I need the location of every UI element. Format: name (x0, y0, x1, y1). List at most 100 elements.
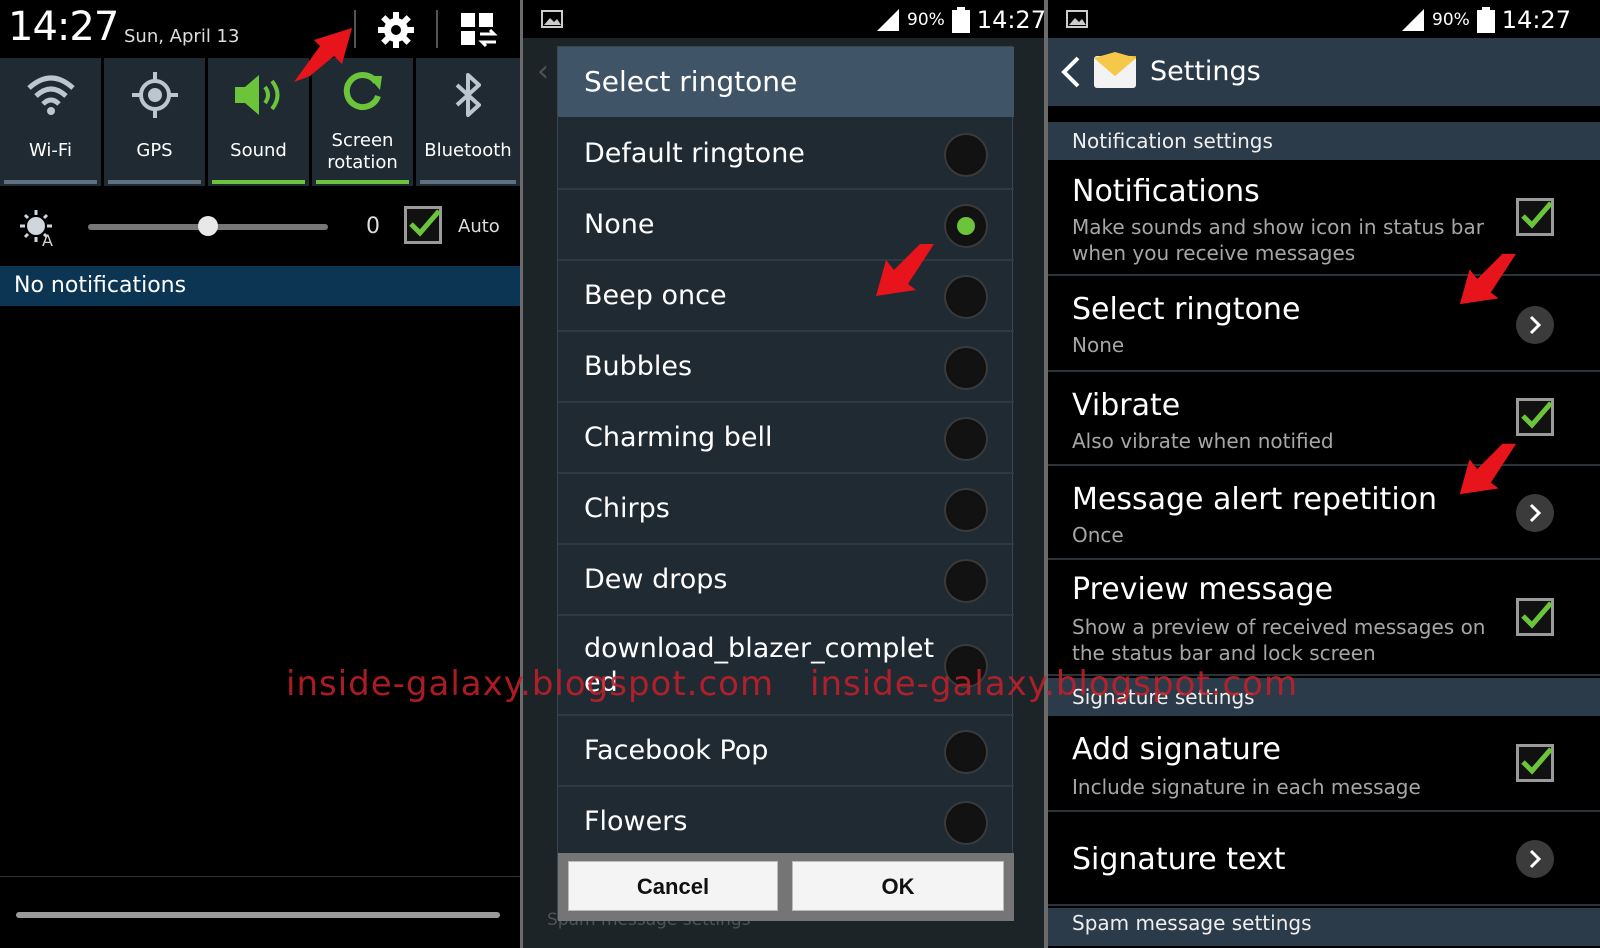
battery-icon (1476, 7, 1495, 33)
setting-title: Notifications (1072, 174, 1260, 209)
notifications-checkbox[interactable] (1516, 198, 1554, 236)
setting-title: Add signature (1072, 732, 1281, 767)
ringtone-option[interactable]: None (558, 190, 1014, 261)
action-bar: Settings (1048, 38, 1600, 106)
auto-brightness-checkbox[interactable] (404, 206, 442, 244)
ringtone-label: Facebook Pop (584, 735, 769, 766)
clock: 14:27 (976, 6, 1044, 34)
chevron-right-icon[interactable] (1516, 840, 1554, 878)
setting-summary: None (1072, 333, 1125, 357)
ringtone-label: Flowers (584, 806, 688, 837)
date-label: Sun, April 13 (124, 26, 240, 47)
status-bar-indicator (420, 180, 516, 184)
status-bar: 90% 14:27 (1048, 0, 1600, 38)
ok-button[interactable]: OK (792, 861, 1004, 911)
chevron-right-icon[interactable] (1516, 494, 1554, 532)
status-bar-indicator (212, 180, 305, 184)
drag-handle[interactable] (16, 912, 500, 918)
clock: 14:27 (8, 4, 119, 50)
preview-message-setting[interactable]: Preview message Show a preview of receiv… (1048, 562, 1600, 676)
checkmark-icon (1521, 401, 1553, 429)
setting-summary: Show a preview of received messages on t… (1072, 615, 1486, 665)
add-signature-setting[interactable]: Add signature Include signature in each … (1048, 716, 1600, 812)
ringtone-option[interactable]: Facebook Pop (558, 716, 1014, 787)
radio-button[interactable] (946, 731, 986, 772)
section-header-spam: Spam message settings (1048, 908, 1600, 946)
watermark: inside-galaxy.blogspot.com (810, 664, 1299, 704)
quick-setting-wifi[interactable]: Wi-Fi (0, 58, 101, 186)
battery-percent: 90% (907, 10, 945, 30)
signature-text-setting[interactable]: Signature text (1048, 814, 1600, 906)
ringtone-option[interactable]: Beep once (558, 261, 1014, 332)
page-title: Settings (1150, 56, 1261, 87)
cancel-button[interactable]: Cancel (568, 861, 778, 911)
radio-button[interactable] (946, 347, 986, 388)
notification-panel: 14:27 Sun, April 13 Wi-Fi GPS Sound Scre… (0, 0, 520, 948)
add-signature-checkbox[interactable] (1516, 744, 1554, 782)
ringtone-option[interactable]: Charming bell (558, 403, 1014, 474)
quick-setting-gps[interactable]: GPS (104, 58, 205, 186)
checkmark-icon (409, 209, 441, 237)
ringtone-option[interactable]: Bubbles (558, 332, 1014, 403)
radio-button[interactable] (946, 489, 986, 530)
dialog-title: Select ringtone (558, 47, 1014, 117)
ringtone-option[interactable]: Chirps (558, 474, 1014, 545)
radio-button[interactable] (946, 134, 986, 175)
ringtone-label: Bubbles (584, 351, 693, 382)
annotation-arrow-icon (1459, 443, 1517, 495)
auto-brightness-label: Auto (458, 216, 500, 237)
brightness-auto-icon: A (20, 210, 53, 248)
back-icon[interactable] (1060, 56, 1082, 88)
ringtone-option[interactable]: Flowers (558, 787, 1014, 858)
checkmark-icon (1521, 201, 1553, 229)
annotation-arrow-icon (876, 244, 934, 296)
checkmark-icon (1521, 747, 1553, 775)
radio-button[interactable] (946, 418, 986, 459)
watermark: inside-galaxy.blogspot.com (286, 664, 775, 704)
gear-icon[interactable] (376, 10, 416, 50)
checkmark-icon (1521, 601, 1553, 629)
status-bar-indicator (108, 180, 201, 184)
ringtone-label: Dew drops (584, 564, 728, 595)
gps-icon (131, 72, 178, 118)
status-bar-indicator (4, 180, 97, 184)
annotation-arrow-icon (1459, 253, 1516, 305)
radio-button-selected[interactable] (946, 205, 986, 246)
battery-icon (951, 7, 970, 33)
vibrate-checkbox[interactable] (1516, 398, 1554, 436)
no-notifications-banner: No notifications (0, 266, 520, 306)
ringtone-option[interactable]: Dew drops (558, 545, 1014, 616)
radio-button[interactable] (946, 560, 986, 601)
background-back-icon: ‹ (537, 54, 549, 89)
signal-icon (877, 9, 899, 31)
picture-icon (1066, 10, 1088, 28)
bluetooth-icon (455, 73, 481, 117)
brightness-value: 0 (366, 214, 380, 239)
section-header-notification: Notification settings (1048, 122, 1600, 160)
signal-icon (1402, 9, 1424, 31)
radio-button[interactable] (946, 802, 986, 843)
preview-message-checkbox[interactable] (1516, 598, 1554, 636)
setting-title: Message alert repetition (1072, 482, 1438, 517)
setting-summary: Make sounds and show icon in status bar … (1072, 215, 1484, 265)
ringtone-label: None (584, 209, 655, 240)
chevron-right-icon[interactable] (1516, 306, 1554, 344)
setting-summary: Once (1072, 523, 1124, 547)
picture-icon (541, 10, 563, 28)
quick-setting-label: Screen rotation (327, 130, 398, 173)
brightness-slider-handle[interactable] (198, 216, 218, 236)
quick-setting-bluetooth[interactable]: Bluetooth (416, 58, 520, 186)
ringtone-option[interactable]: Default ringtone (558, 119, 1014, 190)
battery-percent: 90% (1432, 10, 1470, 30)
radio-button[interactable] (946, 276, 986, 317)
ringtone-dialog: Select ringtone Default ringtone None Beep… (557, 46, 1014, 921)
wifi-icon (26, 75, 75, 115)
quick-setting-label: Sound (230, 140, 287, 161)
setting-summary: Also vibrate when notified (1072, 429, 1334, 453)
dialog-button-bar: Cancel OK (558, 853, 1014, 921)
grid-settings-icon[interactable] (460, 12, 498, 48)
quick-setting-label: Wi-Fi (29, 140, 72, 161)
clock: 14:27 (1501, 6, 1571, 34)
quick-setting-label: GPS (136, 140, 173, 161)
annotation-arrow-icon (294, 28, 352, 82)
